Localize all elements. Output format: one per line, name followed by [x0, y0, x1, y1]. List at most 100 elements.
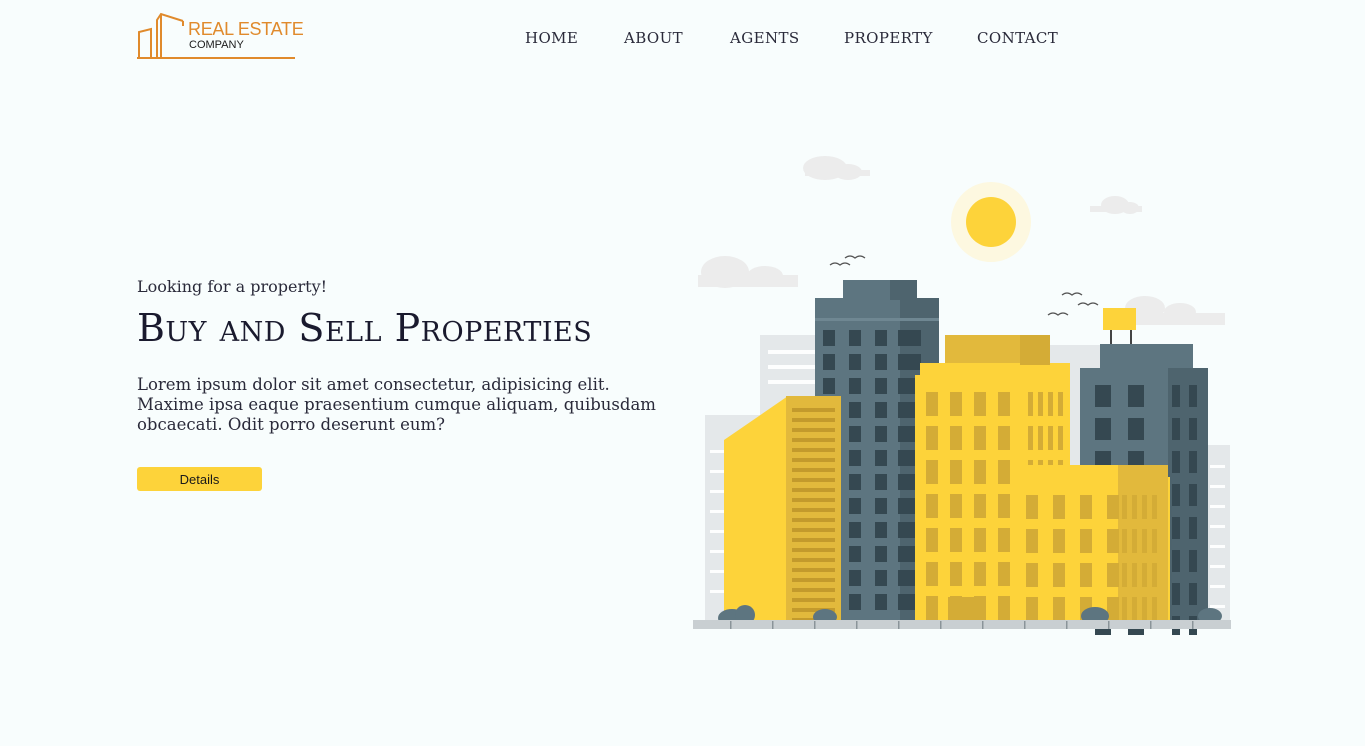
ground-tick [1108, 621, 1110, 629]
window [898, 594, 907, 610]
window [1026, 529, 1038, 553]
window [1026, 563, 1038, 587]
window [1189, 418, 1197, 440]
ground-tick [730, 621, 732, 629]
details-button[interactable]: Details [137, 467, 262, 491]
window [1172, 385, 1180, 407]
window [849, 498, 861, 514]
window [998, 494, 1010, 518]
window [792, 428, 835, 432]
window [1122, 597, 1127, 621]
cloud-icon [1090, 196, 1142, 214]
window [1107, 563, 1119, 587]
window [792, 508, 835, 512]
ground-tick [898, 621, 900, 629]
window [792, 458, 835, 462]
window [875, 402, 887, 418]
ground-tick [982, 621, 984, 629]
window [792, 578, 835, 582]
nav-agents[interactable]: AGENTS [730, 29, 800, 47]
ground-tick [772, 621, 774, 629]
window [898, 402, 907, 418]
window [792, 468, 835, 472]
window [926, 528, 938, 552]
window [1152, 563, 1157, 587]
window [974, 460, 986, 484]
window [792, 518, 835, 522]
window [1038, 392, 1043, 416]
window [926, 596, 938, 620]
window [1128, 385, 1144, 407]
window [898, 330, 907, 346]
window [1132, 495, 1137, 519]
window [1172, 418, 1180, 440]
window [875, 450, 887, 466]
window [1142, 495, 1147, 519]
window [1095, 418, 1111, 440]
window [1080, 563, 1092, 587]
nav-property[interactable]: PROPERTY [844, 29, 933, 47]
window [792, 438, 835, 442]
window [950, 426, 962, 450]
ground-tick [940, 621, 942, 629]
window [792, 418, 835, 422]
logo-underline [137, 57, 295, 59]
window [1172, 517, 1180, 539]
window [875, 546, 887, 562]
window [792, 478, 835, 482]
window [875, 330, 887, 346]
window [1026, 495, 1038, 519]
window [1053, 597, 1065, 621]
window [898, 378, 907, 394]
window [792, 408, 835, 412]
window [1122, 529, 1127, 553]
window [898, 522, 907, 538]
window [998, 562, 1010, 586]
window [849, 570, 861, 586]
window [898, 570, 907, 586]
window [898, 426, 907, 442]
cloud-icon [803, 156, 870, 180]
window [1048, 392, 1053, 416]
logo[interactable]: REAL ESTATE COMPANY [137, 12, 304, 62]
ground-tick [856, 621, 858, 629]
window [1142, 563, 1147, 587]
window [974, 426, 986, 450]
ground-tick [814, 621, 816, 629]
window [998, 528, 1010, 552]
nav-contact[interactable]: CONTACT [977, 29, 1058, 47]
window [1152, 529, 1157, 553]
window [823, 354, 835, 370]
nav-about[interactable]: ABOUT [624, 29, 683, 47]
window [912, 330, 921, 346]
window [1053, 563, 1065, 587]
window [849, 546, 861, 562]
window [849, 594, 861, 610]
window [792, 538, 835, 542]
window [792, 448, 835, 452]
hero-subtitle: Looking for a property! [137, 277, 328, 296]
window [849, 522, 861, 538]
window [1128, 418, 1144, 440]
nav-home[interactable]: HOME [525, 29, 578, 47]
window [792, 598, 835, 602]
window [1189, 451, 1197, 473]
window [875, 522, 887, 538]
window [1172, 583, 1180, 605]
window [1080, 529, 1092, 553]
window [1142, 597, 1147, 621]
window [898, 546, 907, 562]
window [898, 474, 907, 490]
sun-icon [951, 182, 1031, 262]
window [875, 570, 887, 586]
window [823, 330, 835, 346]
window [1028, 426, 1033, 450]
window [792, 558, 835, 562]
window [926, 562, 938, 586]
window [792, 528, 835, 532]
window [849, 474, 861, 490]
window [1026, 597, 1038, 621]
window [1189, 550, 1197, 572]
window [823, 378, 835, 394]
window [875, 426, 887, 442]
